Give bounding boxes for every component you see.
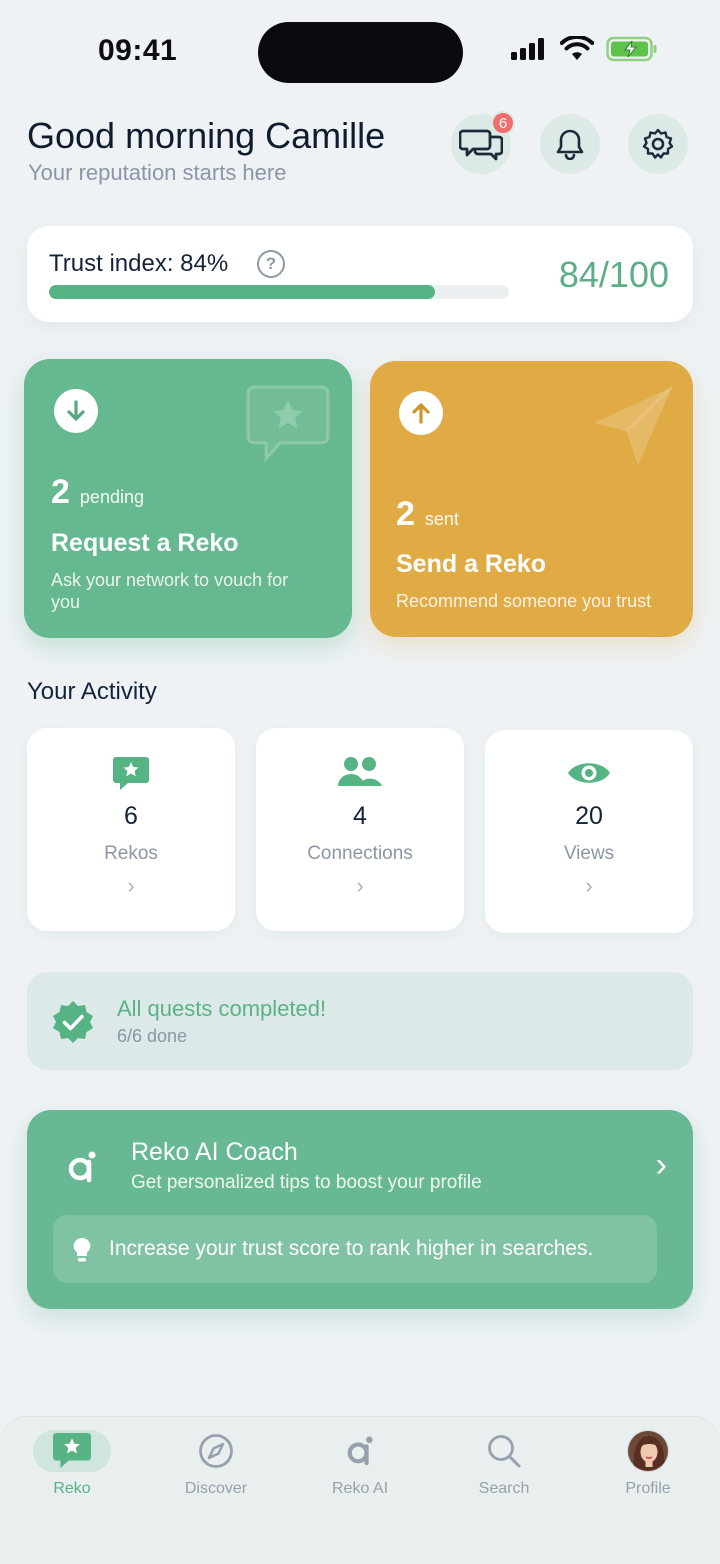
send-reko-title: Send a Reko	[396, 550, 547, 578]
bottom-tab-bar: Reko Discover Reko AI Search Profile	[0, 1416, 720, 1564]
tab-search[interactable]: Search	[432, 1430, 576, 1498]
quests-subtitle: 6/6 done	[117, 1026, 188, 1046]
battery-icon	[606, 36, 657, 62]
tab-discover-label: Discover	[184, 1480, 248, 1497]
search-icon	[488, 1435, 521, 1468]
tab-discover[interactable]: Discover	[144, 1430, 288, 1498]
chat-star-icon	[53, 1433, 91, 1468]
chevron-right-icon: ›	[127, 873, 135, 898]
ai-coach-title: Reko AI Coach	[131, 1138, 298, 1166]
request-reko-title: Request a Reko	[51, 529, 239, 557]
ai-coach-tip: Increase your trust score to rank higher…	[53, 1215, 657, 1283]
tab-reko[interactable]: Reko	[0, 1430, 144, 1498]
verified-badge-icon	[53, 1001, 93, 1043]
pending-count-value: 2	[51, 473, 70, 511]
chat-star-icon	[113, 757, 149, 790]
ai-coach-subtitle: Get personalized tips to boost your prof…	[131, 1172, 482, 1193]
chat-star-watermark-icon	[246, 385, 330, 463]
trust-score: 84/100	[558, 254, 669, 295]
tab-profile[interactable]: Profile	[576, 1430, 720, 1498]
paper-plane-watermark-icon	[594, 385, 674, 465]
quests-title: All quests completed!	[117, 996, 327, 1021]
activity-section-title: Your Activity	[27, 678, 157, 705]
eye-icon	[568, 763, 610, 783]
rekos-stat-card[interactable]: 6 Rekos ›	[27, 728, 235, 931]
sent-count: 2 sent	[396, 495, 459, 534]
request-reko-description: Ask your network to vouch for you	[51, 570, 289, 612]
greeting-subtitle: Your reputation starts here	[28, 160, 287, 185]
signal-icon	[511, 38, 544, 60]
compass-icon	[199, 1434, 233, 1468]
views-count: 20	[575, 802, 603, 830]
tab-reko-label: Reko	[53, 1480, 91, 1497]
messages-button[interactable]: 6	[451, 111, 515, 174]
reko-ai-logo-icon	[68, 1151, 96, 1183]
help-icon[interactable]: ?	[257, 250, 285, 278]
pending-count-label: pending	[79, 487, 144, 507]
send-reko-description: Recommend someone you trust	[396, 591, 652, 611]
bell-icon	[556, 129, 584, 160]
status-icons	[510, 36, 658, 62]
tab-reko-ai-label: Reko AI	[331, 1480, 389, 1497]
sent-count-value: 2	[396, 495, 415, 533]
status-time: 09:41	[98, 34, 178, 67]
sent-count-label: sent	[424, 509, 459, 529]
avatar	[627, 1430, 669, 1472]
rekos-label: Rekos	[104, 843, 158, 864]
gear-icon	[642, 128, 674, 159]
wifi-icon	[560, 36, 594, 60]
quests-banner[interactable]: All quests completed! 6/6 done	[27, 972, 693, 1070]
greeting-title: Good morning Camille	[27, 115, 386, 156]
request-reko-card[interactable]: 2 pending Request a Reko Ask your networ…	[24, 359, 352, 638]
ai-coach-card[interactable]: Reko AI Coach Get personalized tips to b…	[27, 1110, 693, 1309]
tab-reko-ai[interactable]: Reko AI	[288, 1430, 432, 1498]
reko-ai-icon	[347, 1436, 373, 1466]
ai-coach-tip-text: Increase your trust score to rank higher…	[109, 1237, 594, 1260]
views-stat-card[interactable]: 20 Views ›	[485, 730, 693, 933]
connections-stat-card[interactable]: 4 Connections ›	[256, 728, 464, 931]
connections-label: Connections	[307, 843, 413, 864]
views-label: Views	[563, 843, 615, 864]
trust-progress-fill	[49, 285, 436, 299]
connections-count: 4	[353, 802, 367, 830]
lightbulb-icon	[73, 1237, 91, 1262]
dynamic-island	[258, 22, 463, 83]
arrow-down-icon	[54, 389, 98, 433]
send-reko-card[interactable]: 2 sent Send a Reko Recommend someone you…	[370, 361, 693, 637]
tab-profile-label: Profile	[625, 1480, 671, 1497]
tab-search-label: Search	[478, 1480, 530, 1497]
chevron-right-icon: ›	[356, 873, 364, 898]
trust-index-label: Trust index: 84%	[49, 250, 229, 277]
people-icon	[338, 757, 382, 786]
settings-button[interactable]	[628, 114, 688, 174]
chevron-right-icon: ›	[655, 1146, 667, 1184]
trust-progress-bar	[49, 285, 509, 299]
arrow-up-icon	[399, 391, 443, 435]
pending-count: 2 pending	[51, 473, 144, 512]
chevron-right-icon: ›	[585, 873, 593, 898]
trust-index-card: Trust index: 84% ? 84/100	[27, 226, 693, 322]
rekos-count: 6	[124, 802, 138, 830]
messages-badge: 6	[491, 111, 515, 135]
notifications-button[interactable]	[540, 114, 600, 174]
